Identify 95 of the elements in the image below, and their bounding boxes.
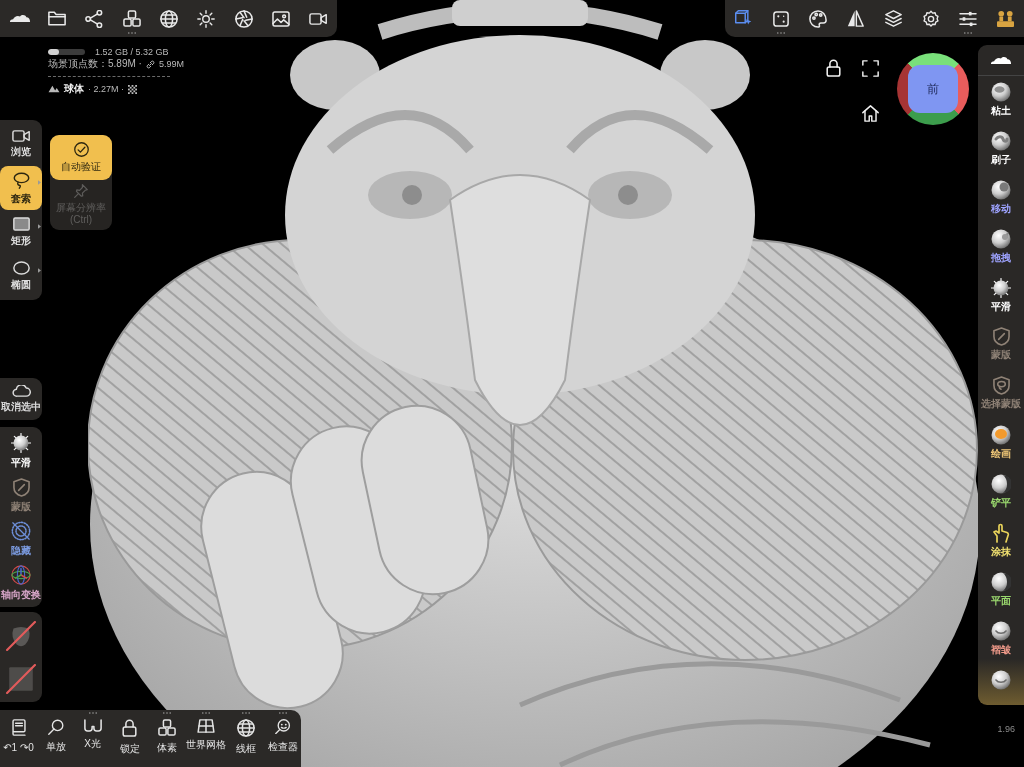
sun-icon bbox=[197, 9, 216, 28]
brush-button[interactable]: 刷子 bbox=[978, 125, 1024, 174]
settings-icon bbox=[921, 9, 940, 28]
sphere-icon bbox=[991, 82, 1011, 102]
select-tool-button[interactable]: 套索 bbox=[0, 166, 42, 210]
sphere-icon bbox=[991, 131, 1011, 151]
inspector-icon bbox=[274, 719, 291, 735]
layers-icon bbox=[884, 10, 902, 27]
toolbar-button[interactable]: 体素 bbox=[148, 710, 185, 767]
brush-button[interactable]: 拖拽 bbox=[978, 223, 1024, 272]
checker-icon bbox=[128, 84, 137, 94]
folder-icon bbox=[48, 11, 66, 26]
object-name: 球体 bbox=[64, 83, 84, 95]
check-circle-icon bbox=[73, 142, 89, 157]
vertex-count-label: 场景顶点数：5.89M · bbox=[48, 58, 142, 70]
sphere-icon[interactable] bbox=[991, 670, 1011, 690]
option-toggle[interactable]: 自动验证 bbox=[50, 135, 112, 180]
cloud-icon bbox=[8, 14, 31, 23]
brush-button[interactable]: 平滑 bbox=[978, 272, 1024, 321]
video-camera-icon bbox=[308, 12, 328, 25]
brush-button[interactable]: 移动 bbox=[978, 174, 1024, 223]
toolbar-button[interactable]: 检查器 bbox=[264, 710, 301, 767]
book-icon bbox=[11, 719, 26, 736]
link-icon bbox=[145, 59, 155, 69]
action-button[interactable]: 隐藏 bbox=[0, 517, 42, 561]
toolbar-button[interactable]: ↶1 ↷0 bbox=[0, 710, 37, 767]
search-icon bbox=[47, 719, 64, 735]
sphere-icon bbox=[991, 572, 1011, 592]
lock-icon bbox=[122, 719, 137, 737]
fullscreen-icon bbox=[861, 59, 879, 77]
brush-button[interactable]: 平面 bbox=[978, 566, 1024, 615]
action-button[interactable]: 轴向变换 bbox=[0, 561, 42, 605]
brush-button[interactable]: 绘画 bbox=[978, 419, 1024, 468]
memory-reading: 1.52 GB / 5.32 GB bbox=[95, 46, 169, 58]
brush-button[interactable]: 选择蒙版 bbox=[978, 370, 1024, 419]
toolbar-button[interactable]: X光 bbox=[74, 710, 111, 767]
cubes-icon bbox=[157, 719, 176, 736]
sphere-icon bbox=[991, 180, 1011, 200]
sphere-icon bbox=[991, 425, 1011, 445]
brush-button[interactable]: 铲平 bbox=[978, 468, 1024, 517]
cubes-icon bbox=[122, 10, 141, 27]
home-icon bbox=[861, 104, 879, 122]
pedestal-icon bbox=[995, 10, 1015, 27]
grid-icon bbox=[197, 719, 215, 733]
select-tool-button[interactable]: 矩形 bbox=[0, 210, 42, 254]
palette-icon bbox=[809, 9, 828, 28]
wireframe-sphere-icon bbox=[159, 9, 178, 28]
lock-button[interactable] bbox=[823, 58, 843, 78]
toolbar-button[interactable]: 线框 bbox=[227, 710, 264, 767]
glasses-icon bbox=[83, 719, 102, 732]
shield-lasso-icon bbox=[992, 376, 1010, 395]
action-button[interactable]: 蒙版 bbox=[0, 473, 42, 517]
share-icon bbox=[85, 9, 104, 28]
sparkle-square-icon bbox=[773, 10, 790, 27]
toolbar-button[interactable]: 世界网格 bbox=[185, 710, 227, 767]
dotted-sphere-icon bbox=[11, 521, 31, 541]
gizmo-icon bbox=[11, 565, 31, 585]
sphere-icon bbox=[991, 474, 1011, 494]
sphere-icon bbox=[991, 229, 1011, 249]
brush-button[interactable]: 涂抹 bbox=[978, 517, 1024, 566]
lock-icon bbox=[825, 59, 841, 77]
fullscreen-button[interactable] bbox=[860, 58, 880, 78]
brush-button[interactable]: 粘土 bbox=[978, 76, 1024, 125]
action-button[interactable]: 平滑 bbox=[0, 429, 42, 473]
deselect-button[interactable]: 取消选中 bbox=[0, 378, 42, 420]
mountain-icon bbox=[48, 85, 60, 93]
zoom-reading: 1.96 bbox=[997, 723, 1015, 736]
mirror-triangle-icon bbox=[847, 10, 865, 27]
sliders-icon bbox=[958, 10, 977, 27]
fuzzy-sphere-icon bbox=[991, 278, 1011, 298]
video-camera-icon bbox=[11, 130, 31, 142]
view-cube[interactable]: 前 bbox=[897, 53, 969, 125]
wireframe-sphere-icon bbox=[236, 719, 255, 737]
rectangle-icon bbox=[12, 217, 30, 231]
select-tool-button[interactable]: 椭圆 bbox=[0, 254, 42, 298]
shield-icon bbox=[992, 327, 1010, 346]
linked-vertex-count: 5.99M bbox=[158, 58, 184, 70]
brush-button[interactable]: 褶皱 bbox=[978, 615, 1024, 664]
pin-icon bbox=[74, 184, 88, 198]
lasso-icon bbox=[12, 171, 30, 189]
toolbar-button[interactable]: 锁定 bbox=[111, 710, 148, 767]
ellipse-icon bbox=[12, 261, 30, 275]
object-vertex-count: · 2.27M · bbox=[88, 83, 124, 95]
aperture-icon bbox=[234, 9, 253, 28]
home-button[interactable] bbox=[860, 103, 880, 123]
image-icon bbox=[271, 10, 290, 27]
finger-icon bbox=[992, 523, 1010, 543]
select-tool-button[interactable]: 浏览 bbox=[0, 122, 42, 166]
fuzzy-sphere-icon bbox=[11, 433, 31, 453]
shield-icon bbox=[12, 477, 30, 497]
brush-button[interactable]: 蒙版 bbox=[978, 321, 1024, 370]
cloud-icon bbox=[11, 385, 31, 397]
toolbar-button[interactable]: 单放 bbox=[37, 710, 74, 767]
sphere-icon bbox=[991, 621, 1011, 641]
cloud-icon bbox=[990, 55, 1012, 65]
